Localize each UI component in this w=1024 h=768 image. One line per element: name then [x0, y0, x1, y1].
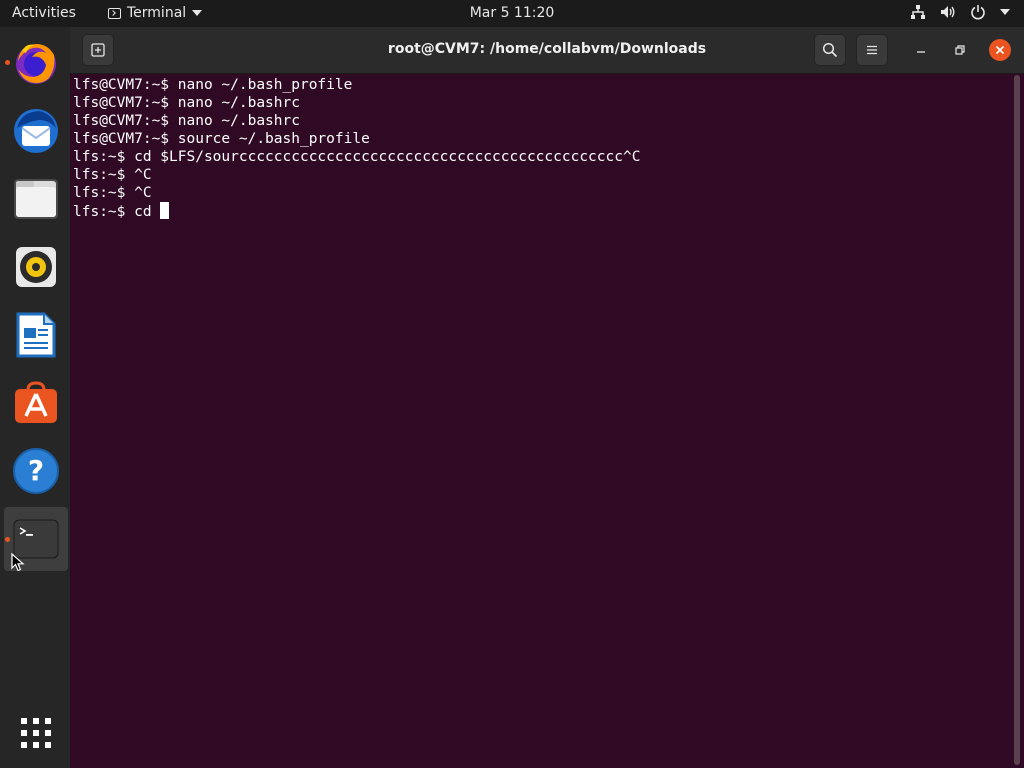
menu-button[interactable]: [856, 34, 888, 66]
dock-help[interactable]: ?: [4, 439, 68, 503]
writer-icon: [16, 312, 56, 358]
restore-icon: [955, 45, 965, 55]
top-bar: Activities Terminal Mar 5 11:20: [0, 0, 1024, 27]
clock[interactable]: Mar 5 11:20: [470, 5, 555, 21]
network-icon[interactable]: [910, 4, 926, 20]
activities-button[interactable]: Activities: [12, 5, 76, 21]
search-icon: [822, 42, 838, 58]
terminal-small-icon: [108, 7, 121, 19]
terminal-scrollbar[interactable]: [1014, 75, 1020, 765]
hamburger-menu-icon: [867, 45, 877, 55]
terminal-window: root@CVM7: /home/collabvm/Downloads lfs@…: [70, 27, 1024, 768]
minimize-icon: [917, 51, 925, 53]
dock-thunderbird[interactable]: [4, 99, 68, 163]
thunderbird-icon: [14, 109, 58, 153]
running-indicator: [5, 60, 10, 65]
dock-libreoffice-writer[interactable]: [4, 303, 68, 367]
dock-ubuntu-software[interactable]: [4, 371, 68, 435]
search-button[interactable]: [814, 34, 846, 66]
system-tray[interactable]: [910, 4, 1010, 20]
files-icon: [14, 179, 58, 219]
minimize-button[interactable]: [910, 39, 932, 61]
app-menu-label: Terminal: [127, 5, 187, 21]
dock: ?: [0, 27, 70, 768]
new-tab-icon: [91, 43, 105, 57]
volume-icon[interactable]: [940, 4, 956, 20]
rhythmbox-icon: [16, 247, 56, 287]
dock-files[interactable]: [4, 167, 68, 231]
terminal-line: lfs@CVM7:~$ nano ~/.bashrc: [73, 113, 300, 129]
terminal-prompt-line[interactable]: lfs:~$ cd: [73, 202, 1003, 221]
dock-firefox[interactable]: [4, 31, 68, 95]
dock-rhythmbox[interactable]: [4, 235, 68, 299]
maximize-button[interactable]: [949, 39, 971, 61]
app-grid-icon: [21, 718, 51, 748]
new-tab-button[interactable]: [82, 34, 114, 66]
help-icon: ?: [13, 448, 59, 494]
software-store-icon: [15, 381, 57, 423]
text-cursor: [160, 202, 170, 219]
terminal-output[interactable]: lfs@CVM7:~$ nano ~/.bash_profile lfs@CVM7…: [73, 76, 1003, 766]
scrollbar-thumb[interactable]: [1014, 75, 1020, 765]
terminal-line: lfs@CVM7:~$ nano ~/.bash_profile: [73, 77, 353, 93]
close-button[interactable]: [989, 39, 1011, 61]
terminal-line: lfs:~$ ^C: [73, 167, 152, 183]
show-applications-button[interactable]: [4, 701, 68, 765]
system-menu-arrow-icon[interactable]: [1000, 9, 1010, 15]
terminal-line: lfs:~$ ^C: [73, 185, 152, 201]
window-headerbar[interactable]: root@CVM7: /home/collabvm/Downloads: [70, 27, 1024, 74]
terminal-line: lfs@CVM7:~$ source ~/.bash_profile: [73, 131, 370, 147]
mouse-pointer-icon: [11, 553, 25, 572]
close-icon: [995, 45, 1005, 55]
power-icon[interactable]: [970, 4, 986, 20]
terminal-prompt-text: lfs:~$ cd: [73, 204, 161, 220]
firefox-icon: [16, 44, 56, 84]
running-indicator: [5, 537, 10, 542]
terminal-line: lfs@CVM7:~$ nano ~/.bashrc: [73, 95, 300, 111]
terminal-line: lfs:~$ cd $LFS/sourccccccccccccccccccccc…: [73, 149, 641, 165]
app-menu[interactable]: Terminal: [108, 5, 203, 21]
svg-text:?: ?: [28, 454, 44, 487]
app-menu-arrow-icon: [192, 10, 203, 16]
